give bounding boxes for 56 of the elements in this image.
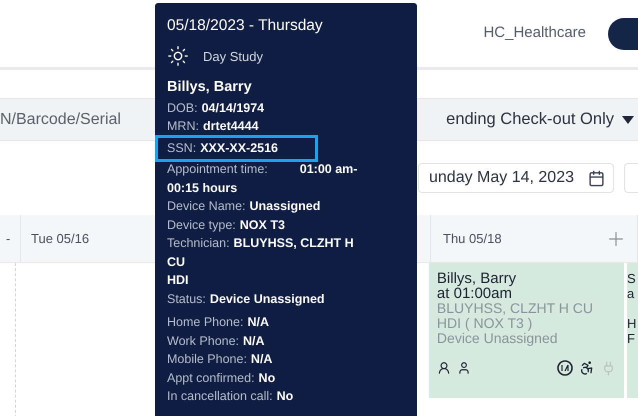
patient-name: Billys, Barry bbox=[167, 78, 253, 98]
field-value: HDI bbox=[167, 272, 189, 290]
field-label: Work Phone: bbox=[167, 332, 240, 350]
field-label: Technician: bbox=[167, 235, 230, 252]
field-label: Device type: bbox=[167, 216, 236, 234]
field-value: XXX-XX-2516 bbox=[200, 140, 278, 157]
day-header: Thu 05/18 bbox=[431, 215, 638, 262]
field-value: 04/14/1974 bbox=[202, 100, 264, 117]
field-label: SSN: bbox=[167, 140, 196, 157]
appointment-detail: Device Unassigned bbox=[436, 331, 559, 346]
field-value: drtet4444 bbox=[202, 118, 259, 136]
field-label: In cancellation call: bbox=[167, 388, 273, 406]
field-label: Status: bbox=[167, 290, 206, 308]
field-value: 00:15 hours bbox=[167, 180, 238, 197]
appointment-detail: a bbox=[627, 286, 636, 301]
field-value: N/A bbox=[250, 351, 272, 368]
field-label: Home Phone: bbox=[167, 314, 244, 332]
person-icon bbox=[456, 361, 471, 375]
field-label: Device Name: bbox=[167, 198, 246, 216]
field-value: N/A bbox=[243, 332, 265, 350]
sun-icon bbox=[167, 45, 189, 68]
day-header: - bbox=[0, 215, 21, 262]
field-label: MRN: bbox=[167, 118, 199, 136]
tooltip-title: 05/18/2023 - Thursday bbox=[167, 16, 324, 36]
field-label: Mobile Phone: bbox=[167, 351, 247, 368]
field-value: N/A bbox=[247, 314, 269, 332]
appointment-title: at 01:00am bbox=[436, 286, 512, 301]
field-value: No bbox=[258, 370, 276, 387]
search-field[interactable]: N/Barcode/Serial bbox=[0, 108, 121, 132]
appointment-title: Billys, Barry bbox=[436, 271, 518, 286]
account-name[interactable]: HC_Healthcare bbox=[483, 22, 586, 45]
counter-icon bbox=[557, 360, 574, 376]
technician-icon bbox=[436, 361, 451, 375]
field-value: 01:00 am- bbox=[300, 161, 358, 178]
appointment-detail: S bbox=[627, 271, 637, 286]
avatar[interactable] bbox=[608, 18, 638, 50]
field-label: DOB: bbox=[167, 100, 198, 117]
caret-icon bbox=[622, 116, 634, 124]
field-value: BLUYHSS, CLZHT H bbox=[234, 235, 354, 252]
field-value: NOX T3 bbox=[240, 216, 285, 234]
appointment-detail: F bbox=[627, 331, 636, 346]
field-label: Appointment time: bbox=[167, 161, 268, 178]
calendar-icon[interactable] bbox=[588, 170, 605, 186]
appointment-detail: BLUYHSS, CLZHT H CU bbox=[436, 301, 594, 316]
appointment-detail: H bbox=[627, 316, 638, 331]
field-value: Device Unassigned bbox=[210, 290, 325, 308]
date-field[interactable]: unday May 14, 2023 bbox=[418, 163, 614, 193]
study-type: Day Study bbox=[203, 48, 263, 66]
field-label: Appt confirmed: bbox=[167, 370, 255, 387]
wheelchair-icon bbox=[579, 360, 596, 376]
status-filter-dropdown[interactable]: ending Check-out Only bbox=[446, 107, 634, 132]
appointment-card[interactable]: S a H F bbox=[627, 263, 638, 398]
field-value: Unassigned bbox=[250, 198, 320, 216]
appointment-card[interactable]: Billys, Barry at 01:00am BLUYHSS, CLZHT H CU HDI ( NOX T3 ) Device Unassigned bbox=[428, 263, 624, 398]
appointment-detail: HDI ( NOX T3 ) bbox=[436, 316, 534, 331]
field-value: No bbox=[276, 388, 294, 406]
